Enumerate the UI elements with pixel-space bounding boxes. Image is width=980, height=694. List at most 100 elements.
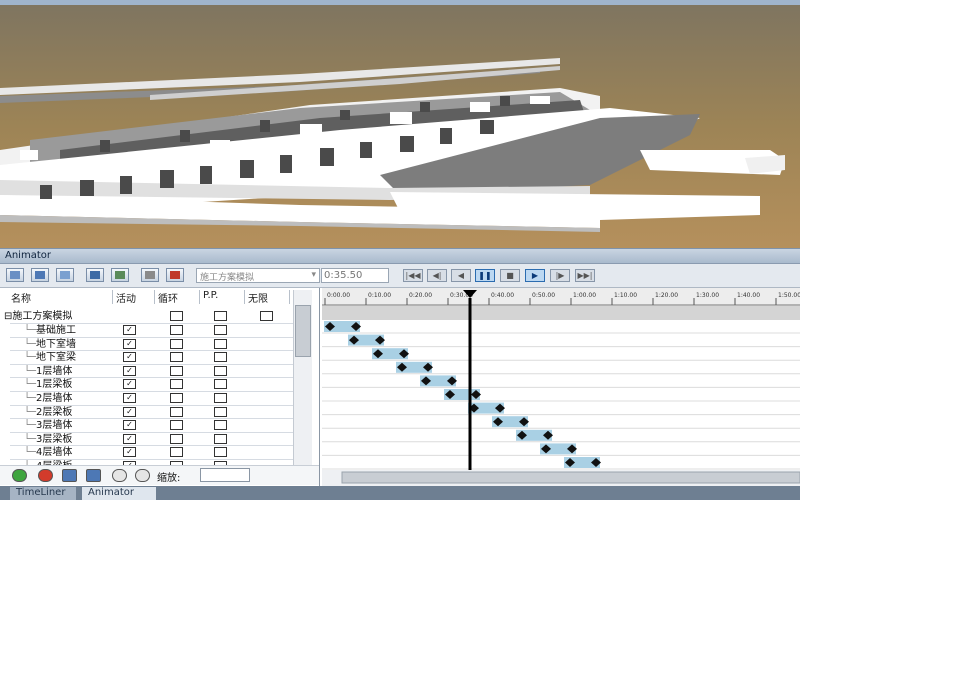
add-animation-set-button[interactable] <box>31 268 49 282</box>
tree-row[interactable]: └─3层梁板 ✓ <box>10 433 293 447</box>
tree-row[interactable]: └─1层墙体 ✓ <box>10 365 293 379</box>
time-input[interactable]: 0:35.50 <box>321 268 389 283</box>
active-checkbox[interactable]: ✓ <box>123 352 136 363</box>
active-checkbox[interactable]: ✓ <box>123 433 136 444</box>
loop-checkbox[interactable] <box>170 420 183 431</box>
loop-checkbox[interactable] <box>170 393 183 403</box>
scrollbar-thumb[interactable] <box>295 305 311 357</box>
delete-icon[interactable] <box>38 469 53 482</box>
infinite-checkbox[interactable] <box>260 311 273 321</box>
rotate-button[interactable] <box>141 268 159 282</box>
tree-row[interactable]: └─4层墙体 ✓ <box>10 446 293 460</box>
loop-checkbox[interactable] <box>170 433 183 444</box>
tree-row[interactable]: └─2层墙体 ✓ <box>10 392 293 406</box>
loop-checkbox[interactable] <box>170 406 183 417</box>
tree-row-label: └─1层墙体 <box>24 365 73 377</box>
ruler-label: 0:40.00 <box>491 292 514 299</box>
ruler-label: 1:30.00 <box>696 292 719 299</box>
animation-select[interactable]: 施工方案模拟 ▾ <box>196 268 320 283</box>
time-value: 0:35.50 <box>324 270 363 281</box>
tree-root-label: ⊟施工方案模拟 <box>4 311 73 322</box>
step-back-button[interactable]: ◀| <box>427 269 447 282</box>
horizontal-scrollbar-thumb <box>341 471 800 484</box>
translate-button[interactable] <box>111 268 129 282</box>
tab-animator[interactable]: Animator <box>82 487 156 500</box>
active-checkbox[interactable]: ✓ <box>123 338 136 349</box>
stop-button[interactable]: ■ <box>500 269 520 282</box>
ruler-label: 1:50.00 <box>778 292 800 299</box>
loop-checkbox[interactable] <box>170 311 183 321</box>
pp-checkbox[interactable] <box>214 406 227 417</box>
column-infinite[interactable]: 无限 <box>245 290 290 304</box>
zoom-out-icon[interactable] <box>135 469 150 482</box>
column-loop[interactable]: 循环 <box>155 290 200 304</box>
tree-row-label: └─地下室梁 <box>24 352 77 364</box>
active-checkbox[interactable]: ✓ <box>123 447 136 458</box>
move-down-icon[interactable] <box>86 469 101 482</box>
fast-forward-button[interactable]: ▶▶| <box>575 269 595 282</box>
tree-row-label: └─基础施工 <box>24 325 77 336</box>
scene-render <box>0 0 800 248</box>
loop-checkbox[interactable] <box>170 352 183 363</box>
timeline-canvas[interactable]: 0:00.00 0:10.00 0:20.00 0:30.00 0:40.00 0:50.… <box>322 288 800 486</box>
color-button[interactable] <box>166 268 184 282</box>
column-name[interactable]: 名称 <box>8 290 113 304</box>
pp-checkbox[interactable] <box>214 352 227 363</box>
step-forward-button[interactable]: |▶ <box>550 269 570 282</box>
tree-row[interactable]: └─地下室墙 ✓ <box>10 338 293 352</box>
tree-row[interactable]: └─3层墙体 ✓ <box>10 419 293 433</box>
pause-button[interactable]: ❚❚ <box>475 269 495 282</box>
tab-timeliner[interactable]: TimeLiner <box>10 487 76 500</box>
root-track <box>322 306 800 320</box>
pp-checkbox[interactable] <box>214 433 227 444</box>
set-icon <box>35 271 45 279</box>
active-checkbox[interactable]: ✓ <box>123 365 136 376</box>
pp-checkbox[interactable] <box>214 420 227 431</box>
active-checkbox[interactable]: ✓ <box>123 393 136 403</box>
pp-checkbox[interactable] <box>214 365 227 376</box>
tree-vertical-scrollbar[interactable] <box>293 290 312 470</box>
loop-checkbox[interactable] <box>170 379 183 390</box>
capture-keyframe-button[interactable] <box>86 268 104 282</box>
tree-row[interactable]: └─2层梁板 ✓ <box>10 406 293 420</box>
tree-row[interactable]: └─基础施工 ✓ <box>10 324 293 338</box>
active-checkbox[interactable]: ✓ <box>123 325 136 335</box>
pp-checkbox[interactable] <box>214 447 227 458</box>
3d-viewport[interactable] <box>0 0 800 248</box>
scale-input[interactable] <box>200 468 250 482</box>
pp-checkbox[interactable] <box>214 325 227 335</box>
add-icon[interactable] <box>12 469 27 482</box>
move-up-icon[interactable] <box>62 469 77 482</box>
pp-checkbox[interactable] <box>214 393 227 403</box>
tree-row[interactable]: └─地下室梁 ✓ <box>10 351 293 365</box>
loop-checkbox[interactable] <box>170 447 183 458</box>
active-checkbox[interactable]: ✓ <box>123 420 136 431</box>
column-active[interactable]: 活动 <box>113 290 155 304</box>
ruler-label: 1:00.00 <box>573 292 596 299</box>
play-button[interactable]: ▶ <box>525 269 545 282</box>
play-reverse-button[interactable]: ◀ <box>451 269 471 282</box>
active-checkbox[interactable]: ✓ <box>123 379 136 390</box>
tree-root-row[interactable]: ⊟施工方案模拟 <box>4 310 293 324</box>
column-pp[interactable]: P.P. <box>200 290 245 304</box>
update-animation-set-button[interactable] <box>56 268 74 282</box>
tree-row-label: └─1层梁板 <box>24 379 73 391</box>
tree-row[interactable]: └─1层梁板 ✓ <box>10 378 293 392</box>
rewind-button[interactable]: |◀◀ <box>403 269 423 282</box>
add-camera-button[interactable] <box>6 268 24 282</box>
pp-checkbox[interactable] <box>214 379 227 390</box>
loop-checkbox[interactable] <box>170 325 183 335</box>
zoom-in-icon[interactable] <box>112 469 127 482</box>
active-checkbox[interactable]: ✓ <box>123 406 136 417</box>
loop-checkbox[interactable] <box>170 338 183 349</box>
loop-checkbox[interactable] <box>170 365 183 376</box>
pp-checkbox[interactable] <box>214 311 227 321</box>
translate-icon <box>115 271 125 279</box>
time-ruler <box>322 288 800 306</box>
ruler-label: 1:10.00 <box>614 292 637 299</box>
timeline-panel[interactable]: 0:00.00 0:10.00 0:20.00 0:30.00 0:40.00 0:50.… <box>322 288 800 486</box>
animator-app: Animator 施工方案模拟 ▾ 0:35.50 |◀◀ ◀| ◀ ❚❚ ■ … <box>0 0 800 500</box>
pp-checkbox[interactable] <box>214 338 227 349</box>
color-icon <box>170 271 180 279</box>
camera-icon <box>10 271 20 279</box>
